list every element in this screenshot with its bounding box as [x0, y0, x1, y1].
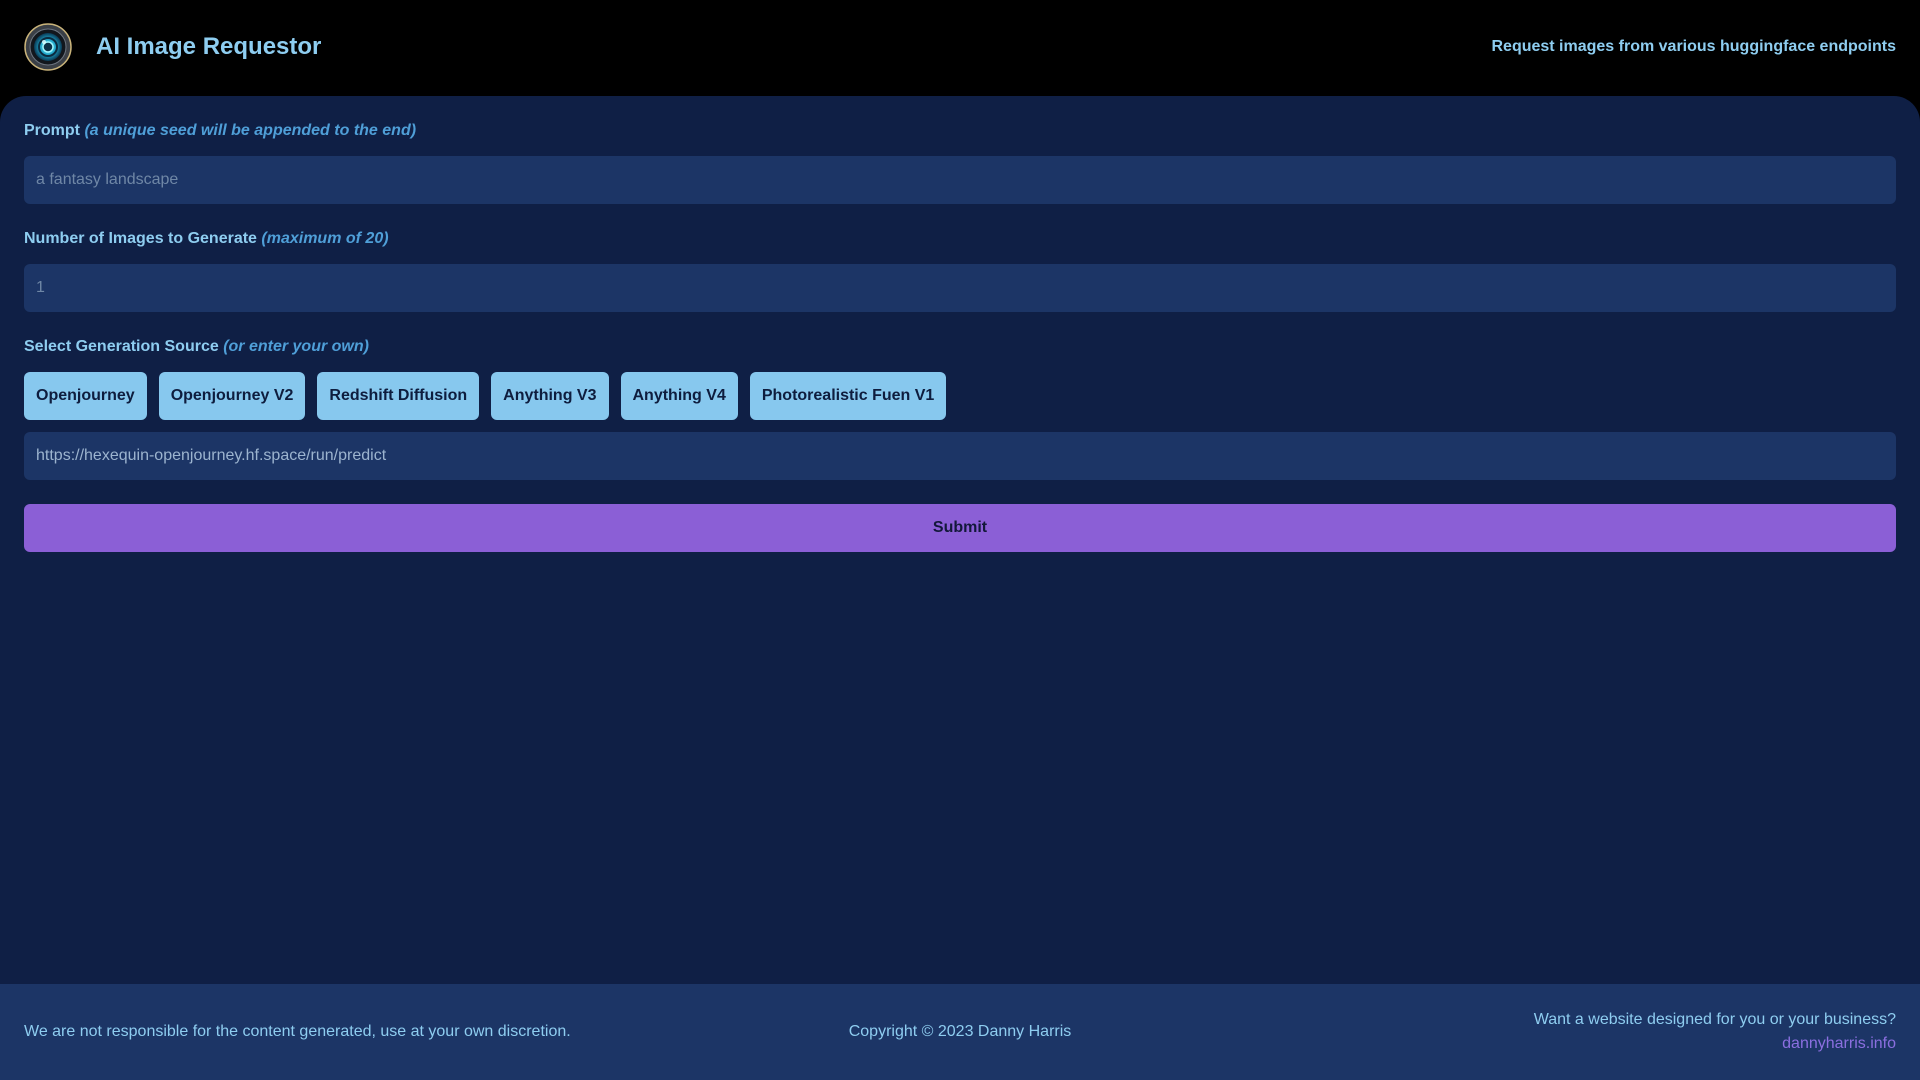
prompt-label-text: Prompt [24, 122, 80, 139]
source-label: Select Generation Source (or enter your … [24, 336, 369, 358]
prompt-label: Prompt (a unique seed will be appended t… [24, 120, 416, 142]
footer-promo-text: Want a website designed for you or your … [1533, 1011, 1896, 1028]
source-button-anything-v3[interactable]: Anything V3 [491, 372, 609, 420]
source-button-redshift-diffusion[interactable]: Redshift Diffusion [317, 372, 480, 420]
image-count-label-text: Number of Images to Generate [24, 230, 257, 247]
page-footer: We are not responsible for the content g… [0, 984, 1920, 1080]
app-title: AI Image Requestor [96, 33, 322, 60]
footer-promo: Want a website designed for you or your … [1534, 1008, 1896, 1056]
camera-lens-icon [24, 23, 72, 71]
submit-button[interactable]: Submit [24, 504, 1896, 552]
image-count-label: Number of Images to Generate (maximum of… [24, 228, 389, 250]
prompt-input[interactable] [24, 156, 1896, 204]
app-header: AI Image Requestor Request images from v… [0, 0, 1920, 96]
prompt-label-hint: (a unique seed will be appended to the e… [84, 122, 417, 139]
source-button-group: Openjourney Openjourney V2 Redshift Diff… [24, 372, 947, 420]
app-tagline: Request images from various huggingface … [1491, 38, 1896, 55]
source-url-input[interactable] [24, 432, 1896, 480]
image-count-input[interactable] [24, 264, 1896, 312]
source-label-hint: (or enter your own) [223, 338, 369, 355]
source-button-photorealistic-fuen-v1[interactable]: Photorealistic Fuen V1 [749, 372, 947, 420]
request-form-panel: Prompt (a unique seed will be appended t… [0, 96, 1920, 984]
image-count-label-hint: (maximum of 20) [261, 230, 389, 247]
source-button-openjourney[interactable]: Openjourney [24, 372, 147, 420]
footer-promo-link[interactable]: dannyharris.info [1534, 1032, 1896, 1056]
source-button-openjourney-v2[interactable]: Openjourney V2 [158, 372, 306, 420]
source-label-text: Select Generation Source [24, 338, 219, 355]
source-button-anything-v4[interactable]: Anything V4 [620, 372, 738, 420]
